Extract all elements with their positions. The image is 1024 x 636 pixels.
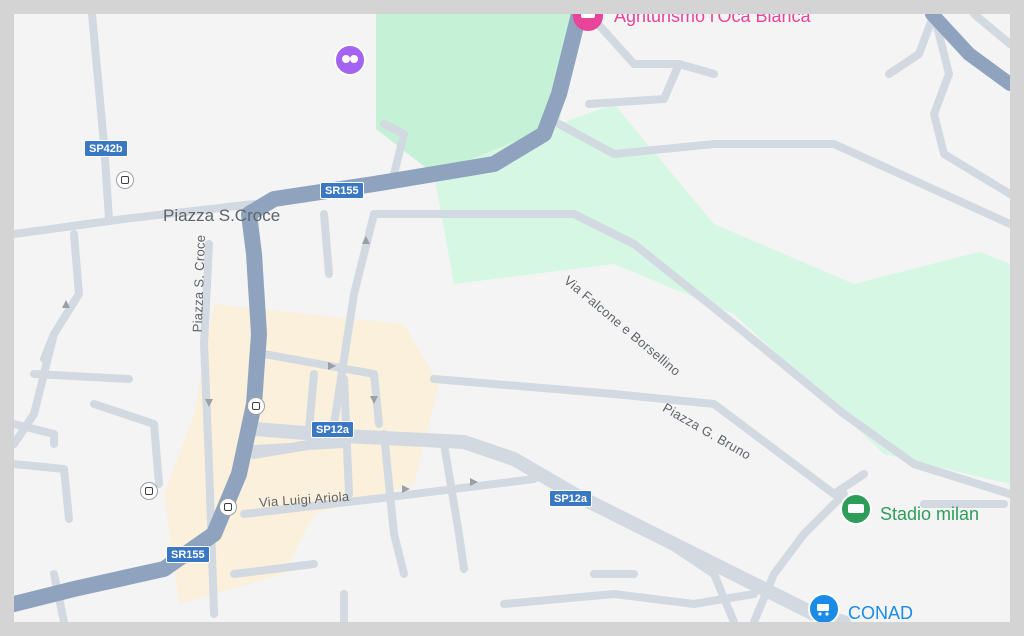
bus-stop-icon[interactable] <box>116 171 134 189</box>
bus-stop-icon[interactable] <box>247 397 265 415</box>
poi-label-conad[interactable]: CONAD <box>848 604 913 622</box>
route-shield-sr155: SR155 <box>166 546 210 564</box>
place-label-piazza-s-croce: Piazza S.Croce <box>163 206 281 225</box>
minor-road <box>885 14 938 78</box>
route-shield-sp42b: SP42b <box>84 140 128 158</box>
minor-road <box>440 440 468 573</box>
minor-road <box>320 210 333 278</box>
street-label-piazza-s-croce: Piazza S. Croce <box>189 234 209 333</box>
map-canvas[interactable]: SP42b SR155 SP12a SP12a SR155 Piazza S.C… <box>14 14 1010 622</box>
route-shield-sp12a: SP12a <box>549 490 593 508</box>
route-shield-sr155: SR155 <box>320 182 364 200</box>
minor-road <box>90 400 163 488</box>
minor-road <box>30 370 133 383</box>
map-base <box>14 14 1010 622</box>
minor-road <box>970 14 1010 48</box>
poi-label-stadio-milan[interactable]: Stadio milan <box>880 505 979 523</box>
minor-road <box>500 590 758 608</box>
bus-stop-icon[interactable] <box>140 482 158 500</box>
minor-road <box>14 460 73 523</box>
poi-label-agriturismo[interactable]: Agriturismo l'Oca Bianca <box>614 14 811 25</box>
minor-road <box>430 375 868 498</box>
route-shield-sp12a: SP12a <box>311 421 355 439</box>
minor-road <box>88 14 113 223</box>
shopping-cart-icon <box>808 593 840 622</box>
attraction-icon <box>334 44 366 76</box>
minor-road <box>14 230 83 448</box>
minor-road <box>585 60 683 108</box>
bus-stop-icon[interactable] <box>219 498 237 516</box>
stadium-icon <box>840 493 872 525</box>
